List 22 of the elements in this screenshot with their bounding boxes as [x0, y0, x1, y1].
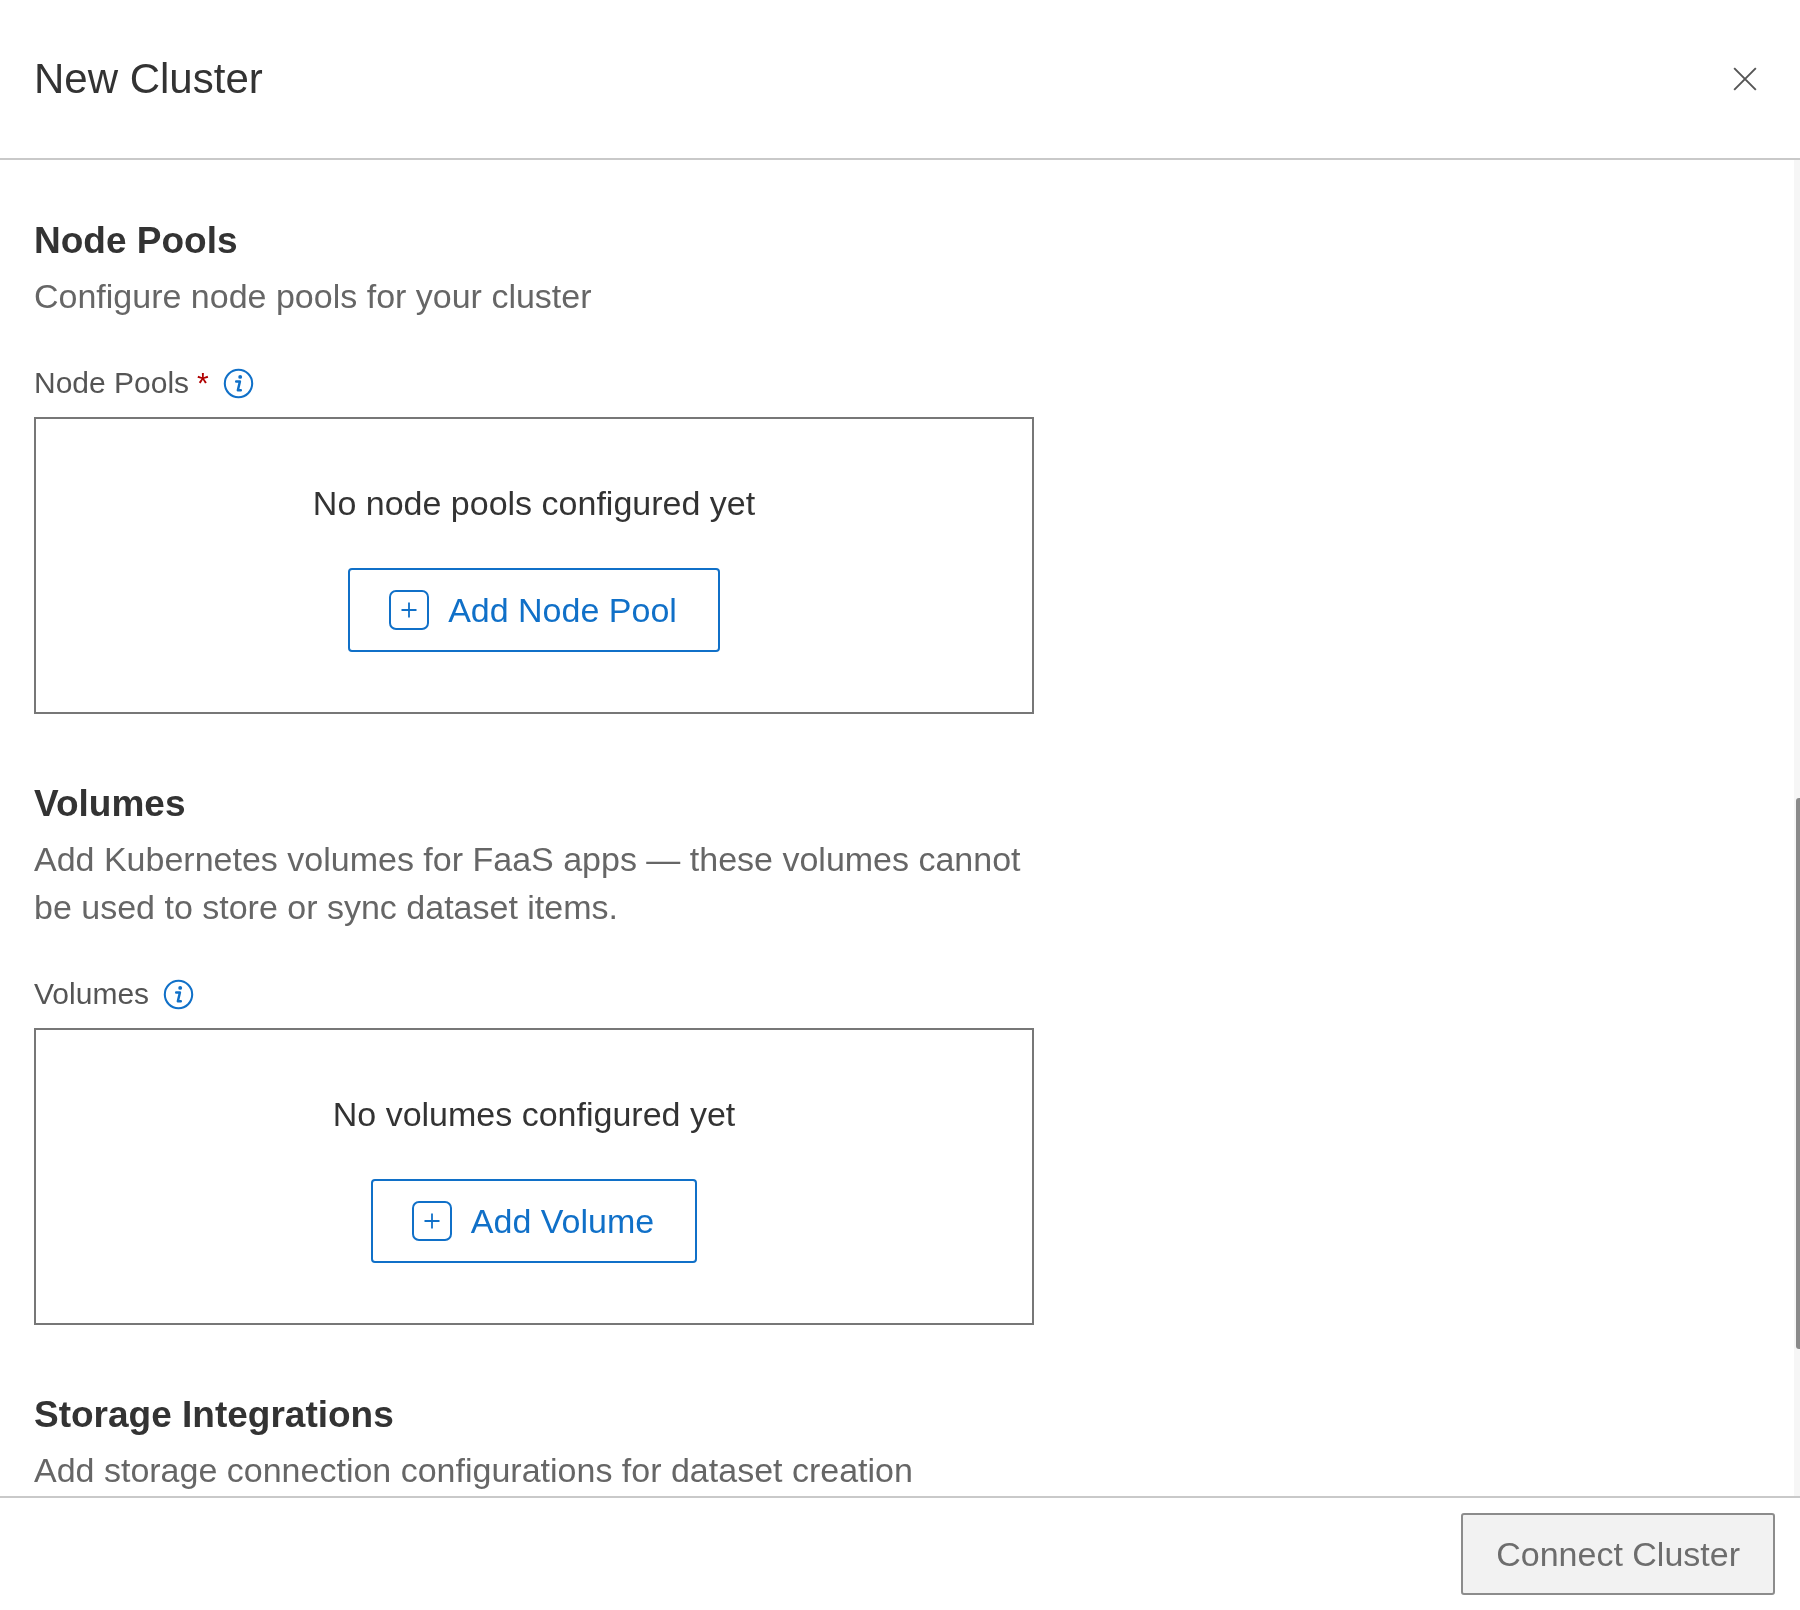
section-description: Add Kubernetes volumes for FaaS apps — these volumes cannot be used to store or sync dataset items. [34, 839, 1022, 928]
scrollbar-track[interactable] [1794, 160, 1800, 1496]
field-label: Volumes [34, 976, 150, 1012]
scrollbar-thumb[interactable] [1796, 798, 1800, 1349]
info-icon[interactable] [163, 978, 195, 1010]
section-description: Configure node pools for your cluster [34, 276, 592, 317]
dialog-title: New Cluster [34, 54, 263, 104]
section-heading: Volumes [34, 782, 186, 826]
plus-square-icon [411, 1201, 452, 1241]
close-icon [1732, 66, 1758, 92]
info-icon[interactable] [222, 367, 254, 399]
section-description: Add storage connection configurations for dataset creation [34, 1450, 913, 1491]
section-heading: Node Pools [34, 219, 238, 263]
field-label: Node Pools [34, 365, 190, 401]
add-button[interactable]: Add Volume [370, 1179, 698, 1263]
add-button[interactable]: Add Node Pool [348, 568, 720, 652]
close-button[interactable] [1732, 66, 1758, 92]
plus-square-icon [389, 590, 430, 630]
required-asterisk: * [197, 365, 209, 401]
section-heading: Storage Integrations [34, 1393, 394, 1437]
empty-state-message: No volumes configured yet [332, 1094, 736, 1135]
empty-state-message: No node pools configured yet [312, 483, 756, 524]
